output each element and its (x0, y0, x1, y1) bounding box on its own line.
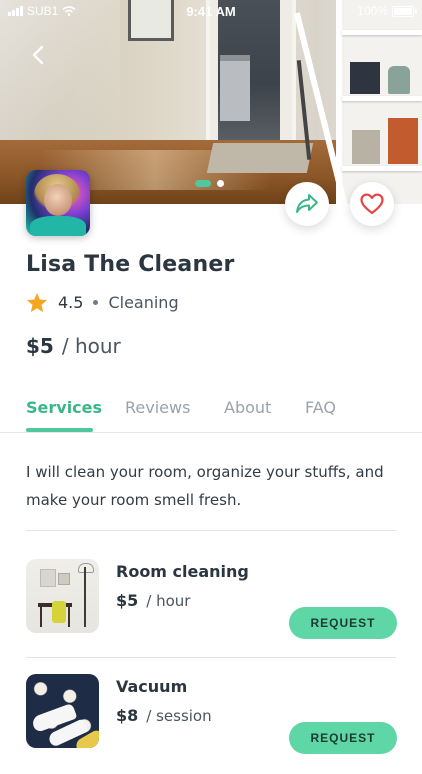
provider-name: Lisa The Cleaner (26, 252, 235, 277)
price-unit: / hour (61, 334, 121, 358)
status-right: 100% (357, 4, 417, 18)
share-icon (296, 194, 318, 213)
service-item-room-cleaning[interactable]: Room cleaning $5 / hour REQUEST (0, 559, 422, 659)
heart-icon (360, 193, 384, 215)
vacuum-thumbnail (26, 674, 99, 748)
battery-fill (394, 7, 412, 15)
divider (26, 657, 396, 658)
room-cleaning-thumbnail (26, 559, 99, 633)
battery-percent: 100% (357, 4, 388, 18)
battery-icon (392, 5, 417, 17)
service-price-amount: $8 (116, 706, 139, 725)
service-price-amount: $5 (116, 591, 139, 610)
shelf-frame (350, 62, 380, 94)
service-title: Vacuum (116, 677, 188, 696)
tab-about[interactable]: About (224, 398, 271, 417)
service-price-unit: / session (146, 707, 212, 725)
rug (206, 143, 314, 173)
tab-faq[interactable]: FAQ (305, 398, 336, 417)
carousel-indicator[interactable] (195, 180, 224, 187)
price-amount: $5 (26, 334, 54, 358)
shelf-board (342, 166, 422, 171)
stove (220, 55, 250, 121)
rating-row: 4.5 Cleaning (26, 292, 179, 313)
rating-value: 4.5 (58, 293, 84, 312)
service-title: Room cleaning (116, 562, 249, 581)
star-icon (26, 292, 48, 313)
avatar-shirt (30, 216, 86, 236)
tab-bar: Services Reviews About FAQ (0, 390, 422, 433)
avatar-face (44, 184, 72, 216)
shelf-books (388, 118, 418, 164)
status-bar: SUB1 9:41 AM 100% (0, 0, 422, 24)
tab-reviews[interactable]: Reviews (125, 398, 190, 417)
shelf-board (342, 96, 422, 101)
request-button[interactable]: REQUEST (289, 722, 397, 754)
shelf-box (352, 130, 380, 164)
carousel-dot[interactable] (217, 180, 224, 187)
hourly-price: $5 / hour (26, 334, 121, 358)
service-price-unit: / hour (146, 592, 191, 610)
service-description: I will clean your room, organize your st… (26, 463, 384, 509)
chevron-left-icon (32, 45, 44, 65)
service-price: $8 / session (116, 706, 212, 725)
carousel-dot[interactable] (195, 180, 211, 187)
dot-separator (93, 300, 99, 305)
avatar (26, 170, 90, 236)
category-label: Cleaning (108, 293, 179, 312)
service-price: $5 / hour (116, 591, 190, 610)
service-item-vacuum[interactable]: Vacuum $8 / session REQUEST (0, 674, 422, 774)
active-tab-indicator (26, 428, 93, 432)
divider (26, 530, 396, 531)
shelf-vase (388, 66, 410, 94)
shelf-board (342, 30, 422, 35)
favorite-button[interactable] (350, 182, 394, 226)
share-button[interactable] (285, 182, 329, 226)
request-button[interactable]: REQUEST (289, 607, 397, 639)
tab-services[interactable]: Services (26, 398, 102, 417)
back-button[interactable] (24, 40, 54, 70)
